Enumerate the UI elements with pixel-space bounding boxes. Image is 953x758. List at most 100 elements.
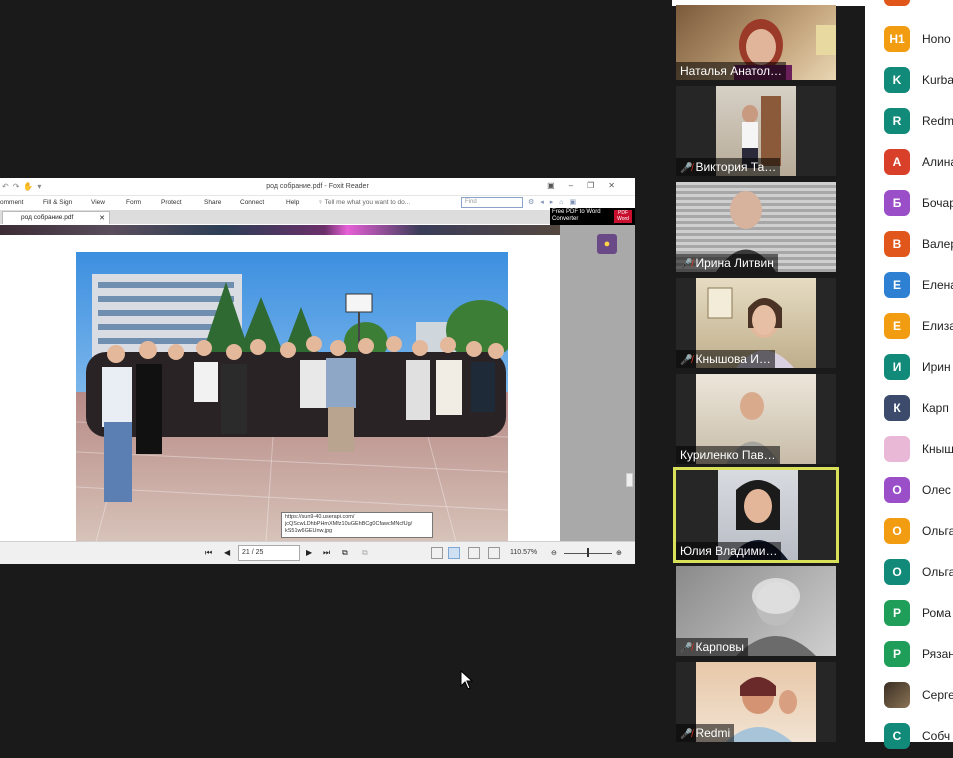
participant-row[interactable]: А Алина: [865, 143, 953, 184]
participant-name: Рома: [922, 606, 952, 620]
participant-row[interactable]: Н1 Hono: [865, 20, 953, 61]
participant-name: Серге: [922, 688, 953, 702]
participant-name: Ольга: [922, 565, 953, 579]
page-number-input[interactable]: 21 / 25: [238, 545, 300, 561]
group-photo: [76, 252, 508, 542]
participant-row[interactable]: О Ольга: [865, 553, 953, 594]
participant-name: Алина: [922, 155, 953, 169]
participant-row[interactable]: В Валер: [865, 225, 953, 266]
avatar: С: [884, 723, 910, 749]
menu-view[interactable]: View: [91, 199, 105, 206]
avatar: В: [884, 231, 910, 257]
find-input[interactable]: Find: [461, 197, 523, 208]
zoom-slider-handle[interactable]: [587, 548, 589, 557]
muted-mic-icon: 🎤̸: [680, 643, 693, 654]
tile-name: Юлия Владими…: [676, 542, 782, 560]
photo-image: [76, 252, 508, 542]
tile-name-text: Redmi: [695, 726, 731, 740]
last-page-icon[interactable]: ⏭: [323, 548, 330, 558]
zoom-in-icon[interactable]: ⊕: [616, 549, 622, 557]
video-tile-4[interactable]: 🎤̸ Кнышова И…: [676, 278, 836, 368]
first-page-icon[interactable]: ⏮: [205, 548, 212, 558]
menu-comment[interactable]: omment: [0, 199, 23, 206]
avatar: О: [884, 477, 910, 503]
tile-name-text: Юлия Владими…: [680, 544, 778, 558]
foxit-title-bar: ↶↷✋▾ род собрание.pdf - Foxit Reader ▣–❐…: [0, 178, 635, 196]
participant-row[interactable]: Б Бочар: [865, 184, 953, 225]
tell-me-box[interactable]: ♀ Tell me what you want to do...: [318, 199, 410, 206]
muted-mic-icon: 🎤̸: [680, 355, 693, 366]
participant-name: Елиза: [922, 319, 953, 333]
prev-page-icon[interactable]: ◀: [224, 548, 230, 557]
link-tooltip: https://sun9-40.userapi.com/ jcQScwLDhbP…: [281, 512, 433, 538]
video-tile-6-active-speaker[interactable]: Юлия Владими…: [673, 467, 839, 563]
avatar: И: [884, 354, 910, 380]
fit-view-icon[interactable]: [488, 547, 500, 559]
next-page-icon[interactable]: ▶: [306, 548, 312, 557]
avatar: R: [884, 108, 910, 134]
lightbulb-icon: ♀: [318, 199, 323, 206]
lightbulb-icon[interactable]: ●: [597, 234, 617, 254]
participant-row[interactable]: Серге: [865, 676, 953, 717]
avatar: K: [884, 67, 910, 93]
status-bar: ⏮ ◀ 21 / 25 ▶ ⏭ ⧉ ⧉ 110.57% ⊖ ⊕: [0, 541, 635, 564]
participant-row[interactable]: Е Елена: [865, 266, 953, 307]
continuous-view-icon[interactable]: [448, 547, 460, 559]
menu-fill-sign[interactable]: Fill & Sign: [43, 199, 72, 206]
participant-name: Ирин: [922, 360, 951, 374]
menu-protect[interactable]: Protect: [161, 199, 182, 206]
zoom-level[interactable]: 110.57%: [510, 549, 537, 556]
foxit-reader-window: ↶↷✋▾ род собрание.pdf - Foxit Reader ▣–❐…: [0, 178, 635, 564]
video-tile-3[interactable]: 🎤̸ Ирина Литвин: [676, 182, 836, 272]
avatar: Р: [884, 600, 910, 626]
participant-row[interactable]: О Ольга: [865, 512, 953, 553]
avatar: Н1: [884, 26, 910, 52]
participant-row[interactable]: И Ирин: [865, 348, 953, 389]
participant-row[interactable]: К Карп: [865, 389, 953, 430]
participants-panel: Н1 Hono K Kurba R Redm А Алина Б Бочар В Валер…: [865, 0, 953, 749]
video-tile-2[interactable]: 🎤̸ Виктория Та…: [676, 86, 836, 176]
toolbar-icons[interactable]: ⚙◂▸⌂▣: [528, 198, 582, 206]
zoom-out-icon[interactable]: ⊖: [551, 549, 557, 557]
participant-name: Собч: [922, 729, 951, 743]
muted-mic-icon: 🎤̸: [680, 259, 693, 270]
tile-name: 🎤̸ Виктория Та…: [676, 158, 781, 176]
ribbon-menu: omment Fill & Sign View Form Protect Sha…: [0, 196, 635, 210]
participant-row[interactable]: Кныш: [865, 430, 953, 471]
participant-name: Hono: [922, 32, 951, 46]
document-tabs: род собрание.pdf ✕: [0, 210, 560, 224]
tab-document[interactable]: род собрание.pdf ✕: [2, 211, 110, 224]
menu-help[interactable]: Help: [286, 199, 299, 206]
participant-name: Ольга: [922, 524, 953, 538]
video-tile-1[interactable]: Наталья Анатол…: [676, 5, 836, 80]
previous-view-icon[interactable]: ⧉: [342, 548, 348, 558]
participant-row[interactable]: Е Елиза: [865, 307, 953, 348]
avatar: К: [884, 395, 910, 421]
window-title: род собрание.pdf - Foxit Reader: [266, 183, 369, 190]
video-tile-7[interactable]: 🎤̸ Карповы: [676, 566, 836, 656]
next-view-icon[interactable]: ⧉: [362, 548, 368, 558]
menu-connect[interactable]: Connect: [240, 199, 264, 206]
menu-share[interactable]: Share: [204, 199, 221, 206]
window-controls[interactable]: ▣–❐✕: [547, 181, 629, 190]
tile-name: 🎤̸ Карповы: [676, 638, 748, 656]
video-tile-8[interactable]: 🎤̸ Redmi: [676, 662, 836, 742]
participant-row[interactable]: K Kurba: [865, 61, 953, 102]
participant-row[interactable]: [865, 0, 953, 15]
promo-banner[interactable]: Free PDF to Word Converter PDF Word: [550, 208, 635, 226]
participant-name: Кныш: [922, 442, 953, 456]
participant-name: Рязан: [922, 647, 953, 661]
participant-row[interactable]: Р Рома: [865, 594, 953, 635]
facing-view-icon[interactable]: [468, 547, 480, 559]
participant-row[interactable]: С Собч: [865, 717, 953, 758]
participant-row[interactable]: Р Рязан: [865, 635, 953, 676]
video-tile-5[interactable]: Куриленко Пав…: [676, 374, 836, 464]
participant-name: Олес: [922, 483, 951, 497]
single-page-view-icon[interactable]: [431, 547, 443, 559]
participant-row[interactable]: R Redm: [865, 102, 953, 143]
scrollbar-thumb[interactable]: [626, 473, 633, 487]
avatar: О: [884, 559, 910, 585]
participant-row[interactable]: О Олес: [865, 471, 953, 512]
close-tab-icon[interactable]: ✕: [99, 214, 105, 222]
menu-form[interactable]: Form: [126, 199, 141, 206]
